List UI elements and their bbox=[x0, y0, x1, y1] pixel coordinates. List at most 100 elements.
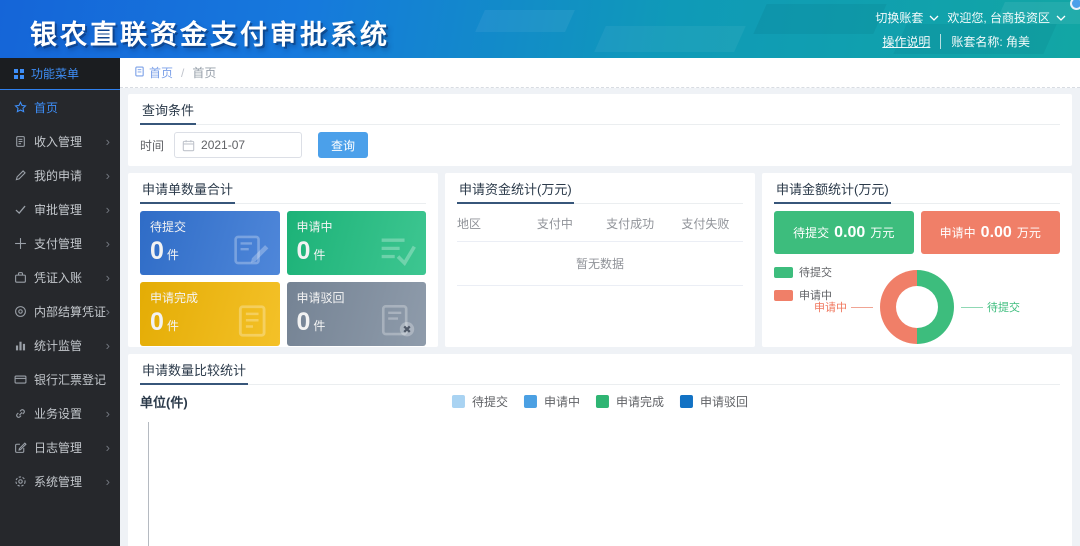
document-icon bbox=[234, 303, 272, 342]
sidebar-item-home[interactable]: 首页 bbox=[0, 90, 120, 124]
sidebar-item-log[interactable]: 日志管理 › bbox=[0, 430, 120, 464]
month-picker-value: 2021-07 bbox=[201, 138, 245, 152]
link-icon bbox=[14, 407, 27, 420]
sidebar-item-my-applications[interactable]: 我的申请 › bbox=[0, 158, 120, 192]
chevron-right-icon: › bbox=[106, 203, 110, 216]
fund-table-header: 地区 支付中 支付成功 支付失败 bbox=[457, 206, 743, 242]
fund-stats-panel: 申请资金统计(万元) 地区 支付中 支付成功 支付失败 暂无数据 bbox=[445, 173, 755, 347]
sidebar-item-label: 凭证入账 bbox=[34, 269, 82, 286]
breadcrumb-home-link[interactable]: 首页 bbox=[134, 64, 173, 81]
sidebar-item-bank-draft[interactable]: 银行汇票登记 bbox=[0, 362, 120, 396]
dashboard-content: 查询条件 时间 2021-07 查询 申请单数量合计 待提交 bbox=[120, 88, 1080, 546]
sidebar-item-label: 收入管理 bbox=[34, 133, 82, 150]
document-icon bbox=[14, 135, 27, 148]
chevron-right-icon: › bbox=[106, 441, 110, 454]
bar-chart-legend: 待提交 申请中 申请完成 申请驳回 bbox=[452, 393, 748, 410]
header-decoration bbox=[475, 10, 575, 32]
chevron-right-icon: › bbox=[106, 339, 110, 352]
search-button[interactable]: 查询 bbox=[318, 132, 368, 158]
query-panel-title: 查询条件 bbox=[140, 94, 196, 125]
chevron-down-icon bbox=[1056, 14, 1066, 22]
legend-swatch bbox=[774, 267, 793, 278]
card-rejected[interactable]: 申请驳回 0件 bbox=[287, 282, 427, 346]
compare-chart-panel: 申请数量比较统计 单位(件) 待提交 申请中 申请完成 申请驳回 bbox=[128, 354, 1072, 546]
time-label: 时间 bbox=[140, 137, 164, 154]
notification-dot[interactable] bbox=[1070, 0, 1080, 10]
legend-item[interactable]: 申请中 bbox=[524, 393, 580, 410]
sidebar-header-label: 功能菜单 bbox=[31, 65, 79, 82]
legend-item[interactable]: 申请驳回 bbox=[680, 393, 748, 410]
query-panel: 查询条件 时间 2021-07 查询 bbox=[128, 94, 1072, 166]
welcome-user-dropdown[interactable]: 欢迎您, 台商投资区 bbox=[947, 9, 1066, 26]
sidebar-item-label: 银行汇票登记 bbox=[34, 371, 106, 388]
bar-chart-icon bbox=[14, 339, 27, 352]
empty-data-text: 暂无数据 bbox=[457, 242, 743, 286]
chevron-right-icon: › bbox=[106, 305, 110, 318]
sidebar-item-label: 审批管理 bbox=[34, 201, 82, 218]
sidebar-item-label: 统计监管 bbox=[34, 337, 82, 354]
chevron-right-icon: › bbox=[106, 169, 110, 182]
bar-chart-plot-area bbox=[148, 422, 1058, 546]
month-picker-input[interactable]: 2021-07 bbox=[174, 132, 302, 158]
pie-label-left: 申请中 bbox=[814, 299, 873, 315]
legend-item[interactable]: 申请完成 bbox=[596, 393, 664, 410]
sidebar-menu-header: 功能菜单 bbox=[0, 58, 120, 90]
card-pending-submit[interactable]: 待提交 0件 bbox=[140, 211, 280, 275]
header-decoration bbox=[594, 26, 746, 52]
badge-inprogress-amount: 申请中0.00万元 bbox=[921, 211, 1061, 254]
column-header: 支付成功 bbox=[592, 215, 667, 232]
sidebar-item-internal-settlement[interactable]: 内部结算凭证 › bbox=[0, 294, 120, 328]
card-in-progress[interactable]: 申请中 0件 bbox=[287, 211, 427, 275]
calendar-icon bbox=[182, 139, 195, 155]
sidebar-item-label: 首页 bbox=[34, 99, 58, 116]
menu-grid-icon bbox=[14, 69, 24, 79]
amount-stats-panel: 申请金额统计(万元) 待提交0.00万元 申请中0.00万元 待提交 申请中 bbox=[762, 173, 1072, 347]
badge-pending-amount: 待提交0.00万元 bbox=[774, 211, 914, 254]
card-completed[interactable]: 申请完成 0件 bbox=[140, 282, 280, 346]
header-user-row: 切换账套 欢迎您, 台商投资区 bbox=[875, 9, 1066, 26]
pencil-icon bbox=[14, 169, 27, 182]
sidebar-item-payment[interactable]: 支付管理 › bbox=[0, 226, 120, 260]
target-icon bbox=[14, 305, 27, 318]
pie-label-right: 待提交 bbox=[961, 299, 1020, 315]
legend-swatch bbox=[596, 395, 609, 408]
fund-table: 地区 支付中 支付成功 支付失败 暂无数据 bbox=[457, 206, 743, 286]
chevron-right-icon: › bbox=[106, 407, 110, 420]
legend-swatch bbox=[680, 395, 693, 408]
sidebar-item-label: 支付管理 bbox=[34, 235, 82, 252]
breadcrumb-separator: / bbox=[181, 66, 184, 80]
legend-swatch bbox=[774, 290, 793, 301]
sidebar-item-system[interactable]: 系统管理 › bbox=[0, 464, 120, 498]
y-axis-unit-label: 单位(件) bbox=[140, 395, 188, 410]
column-header: 地区 bbox=[457, 215, 517, 232]
breadcrumb-home-label: 首页 bbox=[149, 64, 173, 81]
sidebar-item-statistics[interactable]: 统计监管 › bbox=[0, 328, 120, 362]
compare-panel-title: 申请数量比较统计 bbox=[140, 354, 248, 385]
column-header: 支付失败 bbox=[668, 215, 743, 232]
switch-account-dropdown[interactable]: 切换账套 bbox=[875, 9, 939, 26]
app-title: 银农直联资金支付审批系统 bbox=[30, 13, 390, 52]
legend-item[interactable]: 待提交 bbox=[452, 393, 508, 410]
bank-card-icon bbox=[14, 373, 27, 386]
check-icon bbox=[14, 203, 27, 216]
sidebar-item-approval[interactable]: 审批管理 › bbox=[0, 192, 120, 226]
document-x-icon bbox=[378, 303, 418, 342]
donut-chart-area: 待提交 申请中 申请中 待提交 bbox=[774, 259, 1060, 355]
legend-swatch bbox=[524, 395, 537, 408]
donut-chart[interactable] bbox=[880, 270, 954, 344]
header-divider bbox=[940, 34, 941, 49]
chevron-down-icon bbox=[929, 14, 939, 22]
switch-account-label: 切换账套 bbox=[875, 9, 923, 26]
sidebar-item-business-settings[interactable]: 业务设置 › bbox=[0, 396, 120, 430]
fund-panel-title: 申请资金统计(万元) bbox=[457, 173, 574, 204]
main-area: 首页 / 首页 查询条件 时间 2021-07 查询 申 bbox=[120, 58, 1080, 546]
sidebar-item-label: 内部结算凭证 bbox=[34, 303, 106, 320]
chevron-right-icon: › bbox=[106, 135, 110, 148]
sidebar-item-income[interactable]: 收入管理 › bbox=[0, 124, 120, 158]
header-decoration bbox=[753, 4, 886, 34]
breadcrumb: 首页 / 首页 bbox=[120, 58, 1080, 88]
summary-panel-title: 申请单数量合计 bbox=[140, 173, 235, 204]
sidebar-item-voucher-entry[interactable]: 凭证入账 › bbox=[0, 260, 120, 294]
briefcase-icon bbox=[14, 271, 27, 284]
operation-guide-link[interactable]: 操作说明 bbox=[882, 33, 930, 50]
